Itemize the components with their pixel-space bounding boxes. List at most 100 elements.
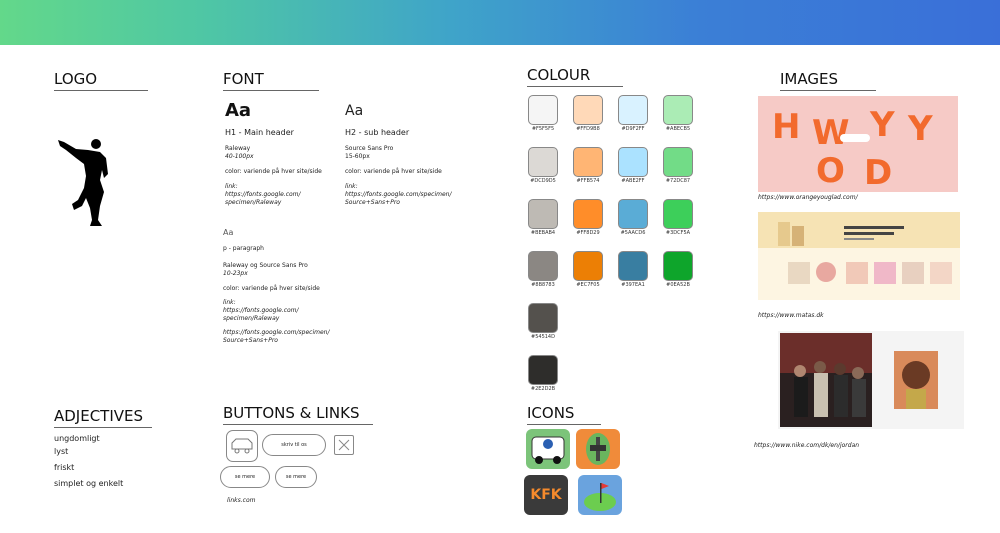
- colour-hex-label: #5AACD6: [620, 230, 646, 236]
- colour-chip: [618, 251, 648, 281]
- colour-hex-label: #54514D: [531, 334, 555, 340]
- svg-text:Y: Y: [869, 105, 895, 145]
- colour-chip: [618, 199, 648, 229]
- colour-swatch: #5AACD6: [616, 199, 650, 236]
- colour-hex-label: #ABECB5: [665, 126, 691, 132]
- colour-swatch: #BEBAB4: [526, 199, 560, 236]
- golf-flag-icon: [584, 483, 616, 511]
- image-caption-3[interactable]: https://www.nike.com/dk/en/jordan: [754, 442, 859, 450]
- colour-hex-label: #EC7F05: [576, 282, 600, 288]
- app-icon-bus[interactable]: [526, 429, 570, 469]
- font-title: FONT: [223, 70, 319, 91]
- kfk-logo-text: KFK: [530, 487, 562, 503]
- h2-family: Source Sans Pro: [345, 145, 394, 152]
- see-more-button-1[interactable]: se mere: [220, 466, 270, 488]
- h1-sample: Aa: [225, 100, 252, 121]
- svg-text:O: O: [816, 151, 845, 191]
- logo-silhouette: [58, 139, 108, 226]
- p-link-label: link:: [223, 299, 236, 306]
- h1-family: Raleway: [225, 145, 251, 152]
- p-link-2a[interactable]: https://fonts.google.com/specimen/: [223, 329, 330, 337]
- colour-hex-label: #DCD9D5: [530, 178, 556, 184]
- colour-chip: [573, 251, 603, 281]
- image-orangeyouglad: H W Y Y O D: [758, 96, 958, 192]
- see-more-button-2[interactable]: se mere: [275, 466, 317, 488]
- colour-hex-label: #D9F2FF: [621, 126, 645, 132]
- colour-swatch: #72DC87: [661, 147, 695, 184]
- adjectives-title: ADJECTIVES: [54, 407, 152, 428]
- app-icon-kfk[interactable]: KFK: [524, 475, 568, 515]
- colour-chip: [618, 95, 648, 125]
- colour-swatch: #ABE2FF: [616, 147, 650, 184]
- colour-chip: [528, 199, 558, 229]
- colour-hex-label: #F5F5F5: [531, 126, 555, 132]
- h1-link-2[interactable]: specimen/Raleway: [225, 199, 281, 207]
- colour-chip: [573, 147, 603, 177]
- p-family: Raleway og Source Sans Pro: [223, 262, 308, 269]
- colour-swatch: #397EA1: [616, 251, 650, 288]
- cart-button[interactable]: [226, 430, 258, 462]
- adjective-1: ungdomligt: [54, 434, 100, 443]
- links-text[interactable]: links.com: [227, 497, 255, 504]
- colour-swatch: #8B8783: [526, 251, 560, 288]
- colour-hex-label: #3DCF5A: [665, 230, 691, 236]
- images-title: IMAGES: [780, 70, 876, 91]
- h2-link-label: link:: [345, 183, 358, 190]
- logo-title: LOGO: [54, 70, 148, 91]
- colour-swatch: #EC7F05: [571, 251, 605, 288]
- image-caption-2[interactable]: https://www.matas.dk: [758, 312, 824, 320]
- colour-chip: [528, 251, 558, 281]
- colour-chip: [573, 199, 603, 229]
- colour-hex-label: #72DC87: [665, 178, 691, 184]
- p-size: 10-23px: [223, 270, 248, 277]
- close-icon: [338, 439, 350, 451]
- colour-chip: [618, 147, 648, 177]
- colour-hex-label: #FFD9B8: [576, 126, 600, 132]
- p-link-2b[interactable]: Source+Sans+Pro: [223, 337, 278, 345]
- colour-chip: [663, 147, 693, 177]
- colour-hex-label: #2E2D2B: [530, 386, 556, 392]
- colour-swatch: #ABECB5: [661, 95, 695, 132]
- close-button[interactable]: [334, 435, 354, 455]
- colour-swatch: #FFB574: [571, 147, 605, 184]
- h1-size: 40-100px: [225, 153, 254, 160]
- colour-swatch: #0EA52B: [661, 251, 695, 288]
- p-color: color: variende på hver site/side: [223, 285, 320, 292]
- colour-chip: [528, 95, 558, 125]
- disc-golf-basket-icon: [586, 433, 610, 465]
- svg-text:Y: Y: [907, 109, 933, 149]
- colour-hex-label: #ABE2FF: [621, 178, 645, 184]
- colour-swatch: #FFD9B8: [571, 95, 605, 132]
- cart-icon: [231, 438, 253, 454]
- app-icon-golf[interactable]: [578, 475, 622, 515]
- adjective-4: simplet og enkelt: [54, 479, 124, 488]
- colour-chip: [663, 251, 693, 281]
- p-link-1b[interactable]: specimen/Raleway: [223, 315, 279, 323]
- colour-swatch: #DCD9D5: [526, 147, 560, 184]
- image-matas: [758, 212, 960, 308]
- colour-swatch: #F5F5F5: [526, 95, 560, 132]
- svg-text:D: D: [864, 153, 892, 192]
- colour-hex-label: #FFB574: [576, 178, 600, 184]
- h1-link-label: link:: [225, 183, 238, 190]
- h2-color: color: variende på hver site/side: [345, 168, 442, 175]
- image-nike: [778, 331, 964, 429]
- svg-text:W: W: [812, 113, 850, 153]
- h1-title: H1 - Main header: [225, 128, 294, 137]
- h2-link-2[interactable]: Source+Sans+Pro: [345, 199, 400, 207]
- write-to-us-button[interactable]: skriv til os: [262, 434, 326, 456]
- h1-color: color: variende på hver site/side: [225, 168, 322, 175]
- h2-title: H2 - sub header: [345, 128, 410, 137]
- h1-link-1[interactable]: https://fonts.google.com/: [225, 191, 301, 199]
- h2-link-1[interactable]: https://fonts.google.com/specimen/: [345, 191, 452, 199]
- icons-title: ICONS: [527, 404, 601, 425]
- colour-swatch: #2E2D2B: [526, 355, 560, 392]
- colour-hex-label: #397EA1: [621, 282, 645, 288]
- app-icon-disc-golf[interactable]: [576, 429, 620, 469]
- image-caption-1[interactable]: https://www.orangeyouglad.com/: [758, 194, 858, 202]
- p-sample: Aa: [223, 228, 234, 237]
- header-banner: [0, 0, 1000, 45]
- colour-chip: [528, 355, 558, 385]
- p-link-1a[interactable]: https://fonts.google.com/: [223, 307, 299, 315]
- colour-swatch: #54514D: [526, 303, 560, 340]
